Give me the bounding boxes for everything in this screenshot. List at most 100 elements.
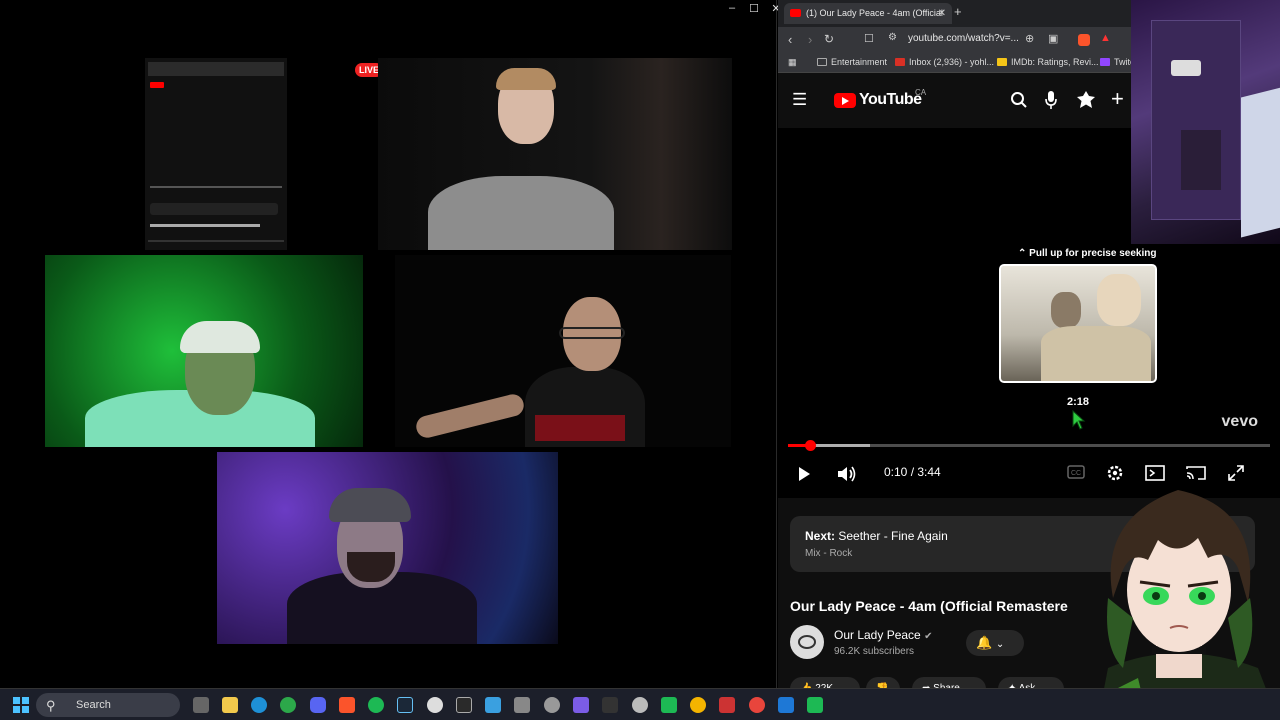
shelf-unit [1151,20,1241,220]
preview-figure-head [1097,274,1141,326]
channel-name[interactable]: Our Lady Peace ✔ [834,628,932,642]
folder-icon [817,58,827,66]
channel-avatar[interactable] [790,625,824,659]
tab-title: (1) Our Lady Peace - 4am (Official [806,8,943,18]
time-display: 0:10 / 3:44 [884,465,941,479]
bookmark-imdb[interactable]: IMDb: Ratings, Revi... [997,57,1099,67]
windows-start-icon[interactable] [13,697,29,713]
participant-arm [413,392,527,440]
mini-divider [148,240,284,242]
next-line: Next: Seether - Fine Again [805,529,948,543]
country-code: CA [915,88,927,97]
create-icon[interactable] [1076,90,1096,110]
gmail-icon [895,58,905,66]
tab-close-icon[interactable]: ✕ [938,3,946,24]
avatar-illustration [1098,490,1278,720]
shelf-object [1171,60,1201,76]
app-icon[interactable] [632,697,648,713]
progress-bar[interactable] [788,440,1270,451]
bell-icon: 🔔 [976,635,993,650]
notification-bell-button[interactable]: 🔔 ⌄ [966,630,1024,656]
app-icon[interactable] [807,697,823,713]
brave-icon[interactable] [339,697,355,713]
add-icon[interactable]: + [1111,86,1124,112]
taskbar: ⚲ Search [0,688,1280,720]
participant-tile-4[interactable] [217,452,558,644]
bookmark-inbox[interactable]: Inbox (2,936) - yohl... [895,57,994,67]
volume-icon[interactable] [836,465,858,483]
search-icon[interactable] [1010,91,1028,109]
forward-icon[interactable]: › [808,32,812,47]
app-icon[interactable] [749,697,765,713]
participant-tile-2[interactable] [45,255,363,447]
screen: – ☐ ✕ LIVE (1) Our Lady Peace - 4am (Off… [0,0,1280,720]
taskbar-search[interactable]: ⚲ Search [36,693,180,717]
chevron-up-icon: ⌃ [1018,248,1030,259]
youtube-favicon-icon [790,9,801,17]
xbox-icon[interactable] [280,697,296,713]
maximize-button[interactable]: ☐ [748,2,760,16]
brave-shield-icon[interactable] [1078,34,1090,46]
microphone-icon[interactable] [1044,90,1058,110]
video-title: Our Lady Peace - 4am (Official Remastere [790,598,1068,614]
participant-tile-1[interactable] [378,58,732,250]
participant-body [428,176,614,250]
reload-icon[interactable]: ↻ [824,32,834,46]
preview-figure-head [1051,292,1081,328]
address-bar[interactable]: youtube.com/watch?v=... [908,33,1019,44]
window-controls: – ☐ ✕ [726,2,782,16]
discord-icon[interactable] [310,697,326,713]
tab-youtube[interactable]: (1) Our Lady Peace - 4am (Official ✕ [784,3,952,24]
app-icon[interactable] [661,697,677,713]
bookmark-entertainment[interactable]: Entertainment [817,57,887,67]
screen-share-tile[interactable] [145,58,287,250]
verified-icon: ✔ [924,631,933,642]
youtube-logo-text[interactable]: YouTube [859,91,922,109]
vtuber-avatar [1078,478,1280,720]
chrome-icon[interactable] [690,697,706,713]
obs-icon[interactable] [427,697,443,713]
progress-scrubber[interactable] [804,440,816,451]
calculator-icon[interactable] [514,697,530,713]
brave-rewards-icon[interactable]: ▲ [1100,32,1111,44]
bookmark-twitch[interactable]: Twitc [1100,57,1135,67]
next-label: Next: [805,529,836,543]
back-icon[interactable]: ‹ [788,32,792,47]
bookmark-icon[interactable]: ☐ [864,32,874,45]
mini-next-card [150,203,278,215]
zoom-icon[interactable]: ⊕ [1025,32,1034,45]
avatar-left-pupil [1152,592,1160,600]
captions-icon[interactable]: CC [1067,465,1085,479]
play-icon[interactable] [796,466,812,482]
site-info-icon[interactable]: ⚙ [888,32,897,43]
file-explorer-icon[interactable] [222,697,238,713]
apps-icon[interactable]: ▦ [788,57,797,68]
new-tab-button[interactable]: + [954,4,962,19]
svg-text:CC: CC [1071,470,1081,477]
seek-preview-time: 2:18 [1067,396,1090,408]
glasses [559,327,625,339]
notepad-icon[interactable] [485,697,501,713]
participant-cap [180,321,260,353]
app-icon[interactable] [719,697,735,713]
next-subtitle: Mix - Rock [805,548,853,559]
steam-icon[interactable] [397,697,413,713]
spotify-icon[interactable] [368,697,384,713]
menu-icon[interactable]: ☰ [792,90,807,110]
channel-logo-icon [798,635,816,649]
subscriber-count: 96.2K subscribers [834,646,915,657]
settings-icon[interactable] [544,697,560,713]
edge-icon[interactable] [251,697,267,713]
task-view-icon[interactable] [193,697,209,713]
shirt-print [535,415,625,441]
youtube-logo-icon[interactable] [834,93,856,108]
avatar-hair-tips [1228,598,1253,668]
participant-tile-3[interactable] [395,255,731,447]
minimize-button[interactable]: – [726,2,738,16]
app-icon[interactable] [573,697,589,713]
avatar-right-pupil [1198,592,1206,600]
cast-icon[interactable]: ▣ [1048,32,1058,45]
epic-games-icon[interactable] [456,697,472,713]
app-icon[interactable] [602,697,618,713]
app-icon[interactable] [778,697,794,713]
